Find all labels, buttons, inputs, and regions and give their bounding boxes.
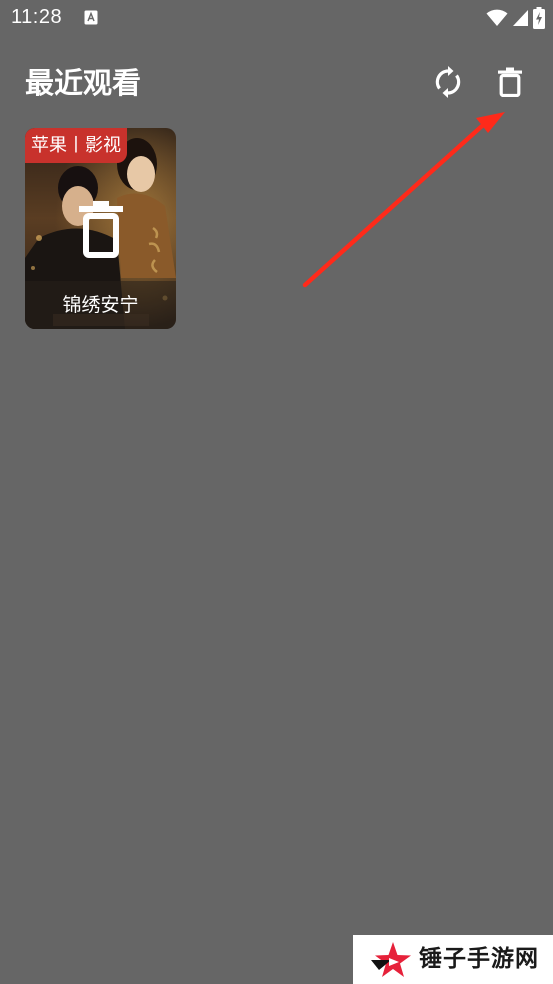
accessibility-notification-icon [84, 10, 98, 25]
page-title: 最近观看 [25, 66, 142, 100]
watermark: 锤子手游网 [353, 935, 553, 984]
cell-signal-icon [513, 10, 528, 26]
trash-icon[interactable] [75, 200, 127, 260]
refresh-button[interactable] [428, 62, 468, 102]
delete-button[interactable] [490, 62, 530, 102]
card-title: 锦绣安宁 [62, 294, 139, 316]
status-bar: 11:28 [0, 0, 553, 38]
refresh-icon [435, 66, 461, 98]
source-badge: 苹果丨影视 [25, 128, 127, 163]
status-time: 11:28 [11, 6, 63, 28]
status-icons [486, 7, 545, 29]
star-logo-icon [371, 942, 411, 977]
wifi-icon [486, 9, 508, 26]
watermark-text: 锤子手游网 [419, 946, 539, 972]
battery-charging-icon [533, 7, 545, 29]
trash-icon [498, 67, 522, 97]
history-card[interactable]: 苹果丨影视 锦绣安宁 [25, 128, 176, 329]
